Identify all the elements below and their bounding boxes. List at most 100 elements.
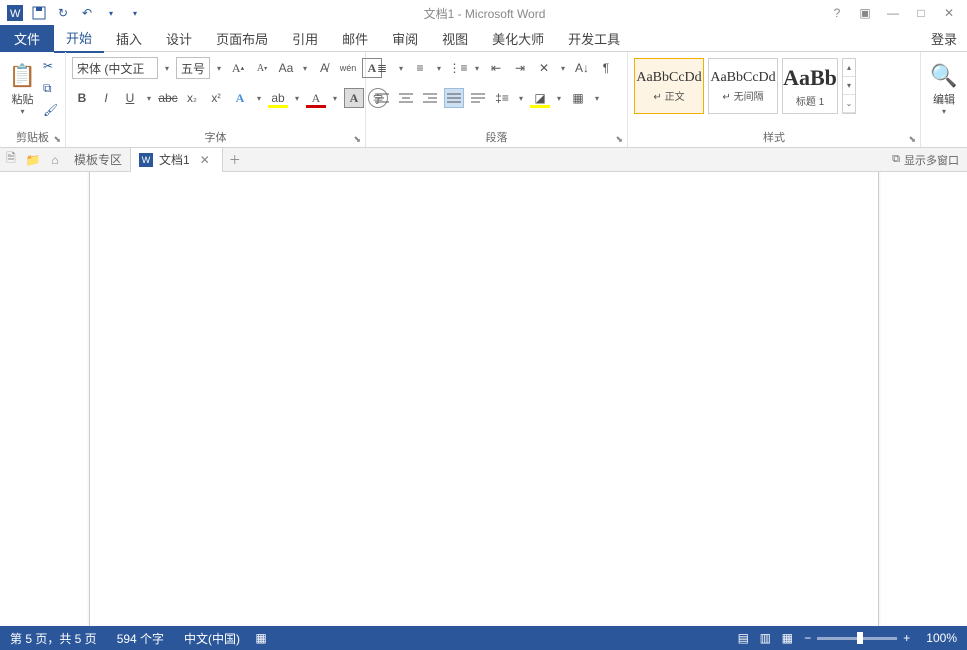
- subscript-icon[interactable]: x₂: [182, 88, 202, 108]
- page-canvas[interactable]: [89, 172, 879, 626]
- zoom-out-icon[interactable]: −: [804, 631, 811, 645]
- cut-icon[interactable]: ✂: [43, 59, 59, 75]
- highlight-icon[interactable]: ab: [268, 88, 288, 108]
- text-effects-icon[interactable]: A: [230, 88, 250, 108]
- folder-icon[interactable]: 📁: [22, 153, 44, 167]
- web-layout-icon[interactable]: ▦: [776, 631, 798, 645]
- document-area[interactable]: [0, 172, 967, 626]
- borders-dropdown[interactable]: ▾: [592, 94, 602, 103]
- style-no-spacing[interactable]: AaBbCcDd ↵ 无间隔: [708, 58, 778, 114]
- copy-icon[interactable]: ⧉: [43, 81, 59, 97]
- asian-layout-dropdown[interactable]: ▾: [558, 64, 568, 73]
- font-launcher-icon[interactable]: ⬊: [353, 134, 361, 145]
- char-shading-icon[interactable]: A: [344, 88, 364, 108]
- paragraph-launcher-icon[interactable]: ⬊: [615, 134, 623, 145]
- font-color-dropdown[interactable]: ▾: [330, 94, 340, 103]
- tab-references[interactable]: 引用: [280, 25, 330, 52]
- status-words[interactable]: 594 个字: [107, 630, 174, 647]
- editing-dropdown-icon[interactable]: ▾: [939, 107, 949, 116]
- tab-developer[interactable]: 开发工具: [556, 25, 632, 52]
- help-icon[interactable]: ?: [829, 6, 845, 20]
- increase-indent-icon[interactable]: ⇥: [510, 58, 530, 78]
- undo-dropdown-icon[interactable]: ▾: [102, 4, 120, 22]
- maximize-icon[interactable]: □: [913, 6, 929, 20]
- shading-icon[interactable]: ◪: [530, 88, 550, 108]
- phonetic-guide-icon[interactable]: wén: [338, 58, 358, 78]
- paste-button[interactable]: 📋 粘贴 ▾: [6, 56, 39, 122]
- styles-launcher-icon[interactable]: ⬊: [908, 134, 916, 145]
- show-marks-icon[interactable]: ¶: [596, 58, 616, 78]
- font-name-combo[interactable]: 宋体 (中文正: [72, 57, 158, 79]
- numbering-dropdown[interactable]: ▾: [434, 64, 444, 73]
- grow-font-icon[interactable]: A▴: [228, 58, 248, 78]
- macro-icon[interactable]: ▦: [250, 631, 272, 645]
- multilevel-dropdown[interactable]: ▾: [472, 64, 482, 73]
- borders-icon[interactable]: ▦: [568, 88, 588, 108]
- tab-review[interactable]: 审阅: [380, 25, 430, 52]
- underline-icon[interactable]: U: [120, 88, 140, 108]
- bold-icon[interactable]: B: [72, 88, 92, 108]
- ribbon-options-icon[interactable]: ▣: [857, 6, 873, 20]
- document-tab[interactable]: W 文档1 ✕: [130, 148, 223, 172]
- align-justify-icon[interactable]: [444, 88, 464, 108]
- template-tab[interactable]: 模板专区: [66, 151, 130, 168]
- shrink-font-icon[interactable]: A▾: [252, 58, 272, 78]
- font-size-dropdown-icon[interactable]: ▾: [214, 64, 224, 73]
- font-size-combo[interactable]: 五号: [176, 57, 210, 79]
- format-painter-icon[interactable]: 🖌: [43, 103, 59, 119]
- login-link[interactable]: 登录: [919, 25, 967, 52]
- tab-design[interactable]: 设计: [154, 25, 204, 52]
- align-left-icon[interactable]: [372, 88, 392, 108]
- tab-file[interactable]: 文件: [0, 25, 54, 52]
- close-icon[interactable]: ✕: [941, 6, 957, 20]
- multilevel-icon[interactable]: ⋮≡: [448, 58, 468, 78]
- tab-view[interactable]: 视图: [430, 25, 480, 52]
- clipboard-launcher-icon[interactable]: ⬊: [53, 134, 61, 145]
- decrease-indent-icon[interactable]: ⇤: [486, 58, 506, 78]
- new mworkspace-doc-icon[interactable]: 🗎: [0, 149, 22, 170]
- change-case-icon[interactable]: Aa: [276, 58, 296, 78]
- save-icon[interactable]: [30, 4, 48, 22]
- align-center-icon[interactable]: [396, 88, 416, 108]
- strikethrough-icon[interactable]: abc: [158, 88, 178, 108]
- read-mode-icon[interactable]: ▤: [732, 631, 754, 645]
- zoom-level[interactable]: 100%: [916, 631, 967, 645]
- style-normal[interactable]: AaBbCcDd ↵ 正文: [634, 58, 704, 114]
- multiwindow-icon[interactable]: ⧉: [892, 153, 900, 166]
- styles-scroll-down-icon[interactable]: ▾: [843, 77, 855, 95]
- asian-layout-icon[interactable]: ✕: [534, 58, 554, 78]
- status-page[interactable]: 第 5 页，共 5 页: [0, 630, 107, 647]
- font-color-icon[interactable]: A: [306, 88, 326, 108]
- doc-close-icon[interactable]: ✕: [196, 153, 214, 167]
- text-effects-dropdown[interactable]: ▾: [254, 94, 264, 103]
- font-name-dropdown-icon[interactable]: ▾: [162, 64, 172, 73]
- word-app-icon[interactable]: W: [6, 4, 24, 22]
- find-button[interactable]: 🔍 编辑 ▾: [927, 56, 961, 122]
- minimize-icon[interactable]: —: [885, 6, 901, 20]
- tab-layout[interactable]: 页面布局: [204, 25, 280, 52]
- zoom-in-icon[interactable]: +: [903, 631, 910, 645]
- print-layout-icon[interactable]: ▥: [754, 631, 776, 645]
- styles-scroll-up-icon[interactable]: ▴: [843, 59, 855, 77]
- tab-beautify[interactable]: 美化大师: [480, 25, 556, 52]
- highlight-dropdown[interactable]: ▾: [292, 94, 302, 103]
- shading-dropdown[interactable]: ▾: [554, 94, 564, 103]
- bullets-icon[interactable]: ≣: [372, 58, 392, 78]
- bullets-dropdown[interactable]: ▾: [396, 64, 406, 73]
- clear-format-icon[interactable]: A̸: [314, 58, 334, 78]
- tab-insert[interactable]: 插入: [104, 25, 154, 52]
- multiwindow-label[interactable]: 显示多窗口: [904, 152, 959, 168]
- zoom-slider[interactable]: [817, 637, 897, 640]
- change-case-dropdown[interactable]: ▾: [300, 64, 310, 73]
- refresh-icon[interactable]: ↻: [54, 4, 72, 22]
- numbering-icon[interactable]: ≡: [410, 58, 430, 78]
- paste-dropdown-icon[interactable]: ▾: [18, 107, 28, 116]
- underline-dropdown[interactable]: ▾: [144, 94, 154, 103]
- style-heading1[interactable]: AaBb 标题 1: [782, 58, 838, 114]
- distribute-icon[interactable]: [468, 88, 488, 108]
- align-right-icon[interactable]: [420, 88, 440, 108]
- new-tab-icon[interactable]: ＋: [223, 151, 247, 168]
- qat-customize-icon[interactable]: ▾: [126, 4, 144, 22]
- tab-home[interactable]: 开始: [54, 24, 104, 53]
- styles-expand-icon[interactable]: ⌄: [843, 95, 855, 113]
